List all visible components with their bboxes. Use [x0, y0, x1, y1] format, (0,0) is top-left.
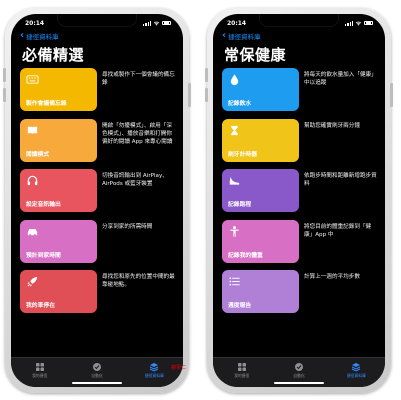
shortcut-card-eta-home[interactable]: 預計到家時間: [20, 219, 97, 263]
shortcut-row: 製作會議備忘錄 尋找或製作下一個會議的備忘錄: [20, 68, 176, 111]
tab-my-shortcuts[interactable]: 我的捷徑: [20, 362, 60, 387]
back-button[interactable]: ‹ 捷徑資料庫: [222, 30, 261, 42]
volume-up-button: [205, 68, 208, 82]
shortcut-row: 刷牙計時器 幫助您確實刷牙兩分鐘: [222, 118, 378, 162]
clock-check-icon: [92, 363, 101, 371]
shortcut-card-log-water[interactable]: 記錄飲水: [222, 68, 299, 111]
volume-up-button: [3, 68, 6, 82]
shortcut-description: 尋找或製作下一個會議的備忘錄: [102, 72, 175, 86]
tab-label: 自動化: [293, 373, 305, 378]
keyboard-icon: [26, 75, 39, 84]
card-label: 製作會議備忘錄: [26, 101, 67, 107]
rocket-icon: [27, 276, 38, 287]
shortcut-description: 將您目前的體重記錄到「健康」App 中: [304, 223, 372, 238]
shortcut-description: 切換音訊輸出到 AirPlay、AirPods 或藍牙裝置: [102, 173, 168, 187]
battery-icon: [364, 20, 373, 26]
phone-left: 20:14 ‹ 捷徑資料庫 必備精選 製作會議備忘錄 尋找或製作下一個會議的備忘…: [3, 8, 191, 393]
back-label: 捷徑資料庫: [228, 33, 261, 41]
signal-icon: [143, 20, 151, 26]
layers-icon: [352, 363, 361, 372]
page-title: 必備精選: [22, 46, 85, 64]
watermark: 蘋果仁: [171, 365, 187, 371]
car-icon: [27, 228, 38, 236]
notch: [57, 14, 137, 27]
shortcut-row: 閱讀模式 開啟「勿擾模式」、啟用「深色模式」、播放音樂和打開你偏好的閱讀 App…: [20, 118, 176, 162]
sneaker-icon: [229, 176, 240, 185]
tab-label: 自動化: [91, 373, 103, 378]
shortcut-card-log-run[interactable]: 記錄跑程: [222, 169, 299, 212]
home-indicator[interactable]: [274, 382, 324, 384]
back-label: 捷徑資料庫: [26, 33, 59, 41]
shortcut-row: 記錄我的體重 將您目前的體重記錄到「健康」App 中: [222, 219, 378, 263]
shortcut-description: 尋找您和原先的位置中間的最靠碰地點。: [102, 274, 175, 288]
person-icon: [230, 225, 239, 237]
shortcut-card-log-weight[interactable]: 記錄我的體重: [222, 219, 299, 263]
shortcut-card-brush-timer[interactable]: 刷牙計時器: [222, 118, 299, 162]
shortcut-description: 將每天的飲水量加入「健康」中以追蹤: [304, 72, 377, 86]
shortcut-row: 我的車停在 尋找您和原先的位置中間的最靠碰地點。: [20, 270, 176, 313]
shortcut-card-reading-mode[interactable]: 閱讀模式: [20, 118, 97, 162]
tab-label: 捷徑資料庫: [346, 373, 366, 378]
shortcut-row: 記錄飲水 將每天的飲水量加入「健康」中以追蹤: [222, 68, 378, 111]
card-label: 閱讀模式: [26, 151, 50, 158]
volume-down-button: [3, 88, 6, 102]
screen: 20:14 ‹ 捷徑資料庫 必備精選 製作會議備忘錄 尋找或製作下一個會議的備忘…: [11, 14, 183, 387]
wifi-icon: [153, 21, 160, 26]
shortcut-row: 設定音訊輸出 切換音訊輸出到 AirPlay、AirPods 或藍牙裝置: [20, 169, 176, 212]
phone-right: 20:14 ‹ 捷徑資料庫 常保健康 記錄飲水 將每天的飲水量加入「健康」中以追…: [205, 8, 393, 393]
shortcut-description: 依跑步時間和距離新增跑步資料: [304, 173, 377, 187]
shortcut-description: 分享到家的所需時間: [102, 223, 153, 230]
list-icon: [229, 277, 240, 286]
layers-icon: [150, 363, 159, 372]
volume-down-button: [205, 88, 208, 102]
back-button[interactable]: ‹ 捷徑資料庫: [20, 30, 59, 42]
shortcut-card-weekly-report[interactable]: 週度報告: [222, 270, 299, 313]
signal-icon: [345, 20, 353, 26]
card-label: 預計到家時間: [26, 252, 61, 259]
tab-my-shortcuts[interactable]: 我的捷徑: [222, 362, 262, 387]
headphones-icon: [27, 175, 38, 186]
power-button: [390, 83, 393, 107]
shortcut-description: 開啟「勿擾模式」、啟用「深色模式」、播放音樂和打開你偏好的閱讀 App 來專心閱…: [102, 122, 173, 145]
chevron-left-icon: ‹: [20, 30, 25, 41]
shortcut-card-parked-car[interactable]: 我的車停在: [20, 270, 97, 313]
shortcut-card-audio-output[interactable]: 設定音訊輸出: [20, 169, 97, 212]
water-drop-icon: [230, 74, 239, 86]
notch: [259, 14, 339, 27]
home-indicator[interactable]: [72, 382, 122, 384]
screen: 20:14 ‹ 捷徑資料庫 常保健康 記錄飲水 將每天的飲水量加入「健康」中以追…: [213, 14, 385, 387]
shortcut-list: 製作會議備忘錄 尋找或製作下一個會議的備忘錄 閱讀模式 開啟「勿擾模式」、啟用「…: [20, 68, 176, 321]
clock-check-icon: [294, 363, 303, 371]
tab-label: 我的捷徑: [234, 373, 250, 378]
tab-label: 捷徑資料庫: [144, 373, 164, 378]
battery-icon: [162, 20, 171, 26]
wifi-icon: [355, 21, 362, 26]
grid-icon: [237, 363, 246, 371]
status-time: 20:14: [227, 19, 247, 27]
shortcut-row: 週度報告 計算上一週的平均步數: [222, 270, 378, 313]
shortcut-description: 幫助您確實刷牙兩分鐘: [304, 122, 360, 129]
power-button: [188, 83, 191, 107]
shortcut-row: 記錄跑程 依跑步時間和距離新增跑步資料: [222, 169, 378, 212]
card-label: 我的車停在: [26, 303, 55, 309]
card-label: 刷牙計時器: [228, 151, 257, 158]
card-label: 記錄跑程: [228, 202, 252, 208]
card-label: 設定音訊輸出: [26, 202, 61, 208]
tab-gallery[interactable]: 捷徑資料庫: [134, 362, 174, 387]
card-label: 週度報告: [228, 303, 252, 309]
tab-gallery[interactable]: 捷徑資料庫: [336, 362, 376, 387]
book-icon: [27, 126, 38, 134]
card-label: 記錄飲水: [228, 101, 252, 107]
status-time: 20:14: [25, 19, 45, 27]
grid-icon: [35, 363, 44, 371]
shortcut-card-meeting-notes[interactable]: 製作會議備忘錄: [20, 68, 97, 111]
shortcut-list: 記錄飲水 將每天的飲水量加入「健康」中以追蹤 刷牙計時器 幫助您確實刷牙兩分鐘 …: [222, 68, 378, 321]
shortcut-description: 計算上一週的平均步數: [304, 274, 360, 280]
tab-label: 我的捷徑: [32, 373, 48, 378]
shortcut-row: 預計到家時間 分享到家的所需時間: [20, 219, 176, 263]
chevron-left-icon: ‹: [222, 30, 227, 41]
page-title: 常保健康: [224, 46, 287, 64]
hourglass-icon: [231, 125, 238, 135]
card-label: 記錄我的體重: [228, 252, 263, 259]
